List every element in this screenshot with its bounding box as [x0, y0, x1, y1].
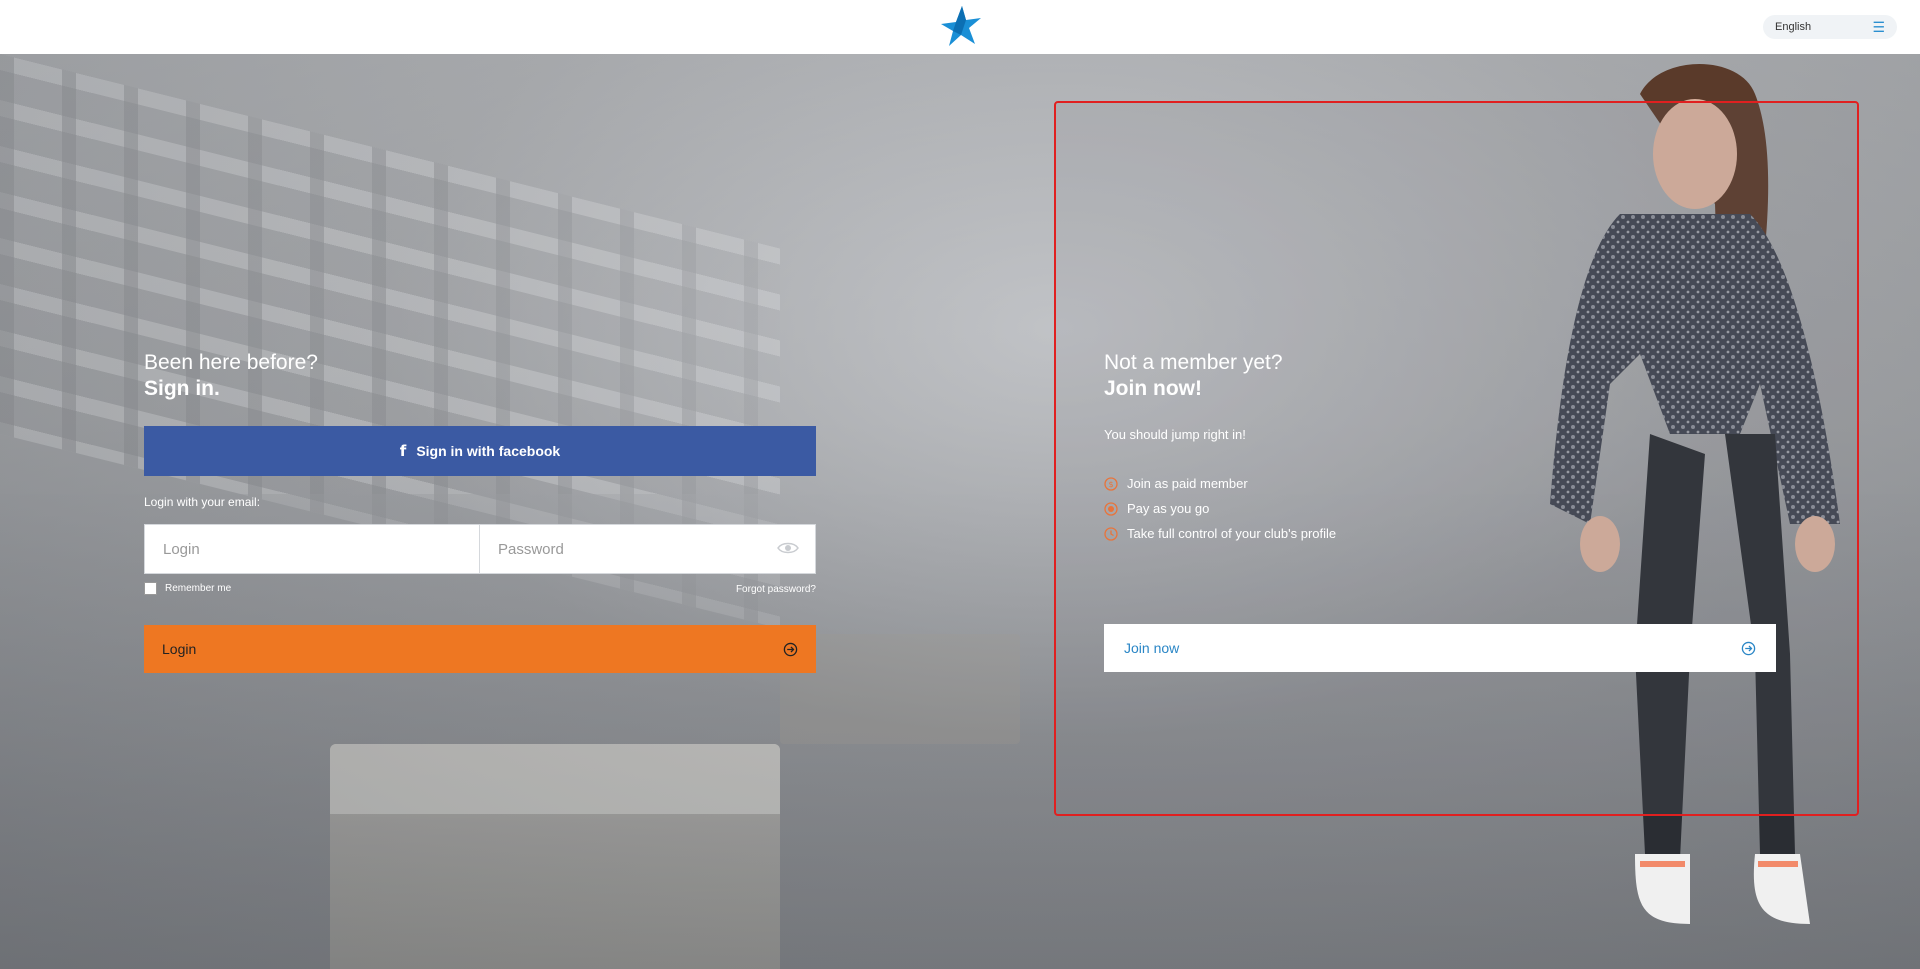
join-subtitle: You should jump right in! [1104, 427, 1246, 442]
clock-icon [1104, 526, 1118, 541]
join-subheading: Join now! [1104, 377, 1202, 400]
benefit-item: Take full control of your club's profile [1104, 521, 1336, 546]
login-input[interactable]: Login [144, 524, 480, 574]
language-selector[interactable]: English ☰ [1763, 15, 1897, 39]
top-header: English ☰ [0, 0, 1920, 54]
benefit-item: Pay as you go [1104, 496, 1336, 521]
login-placeholder: Login [163, 540, 200, 558]
benefit-label: Pay as you go [1127, 501, 1210, 516]
join-now-button[interactable]: Join now [1104, 624, 1776, 672]
benefits-list: $ Join as paid member Pay as you go Take… [1104, 471, 1336, 546]
arrow-right-circle-icon [1741, 641, 1756, 655]
login-button[interactable]: Login [144, 625, 816, 673]
membership-icon: $ [1104, 476, 1118, 491]
forgot-password-link[interactable]: Forgot password? [736, 584, 816, 595]
email-login-label: Login with your email: [144, 495, 261, 509]
remember-me-checkbox[interactable] [144, 582, 157, 595]
hamburger-menu-icon[interactable]: ☰ [1872, 20, 1885, 34]
eye-icon[interactable] [777, 541, 799, 555]
login-button-label: Login [162, 641, 197, 657]
password-input[interactable]: Password [480, 524, 816, 574]
join-heading: Not a member yet? [1104, 351, 1283, 374]
credentials-inputs: Login Password [144, 524, 816, 574]
password-placeholder: Password [498, 540, 564, 558]
login-section: Been here before? Sign in. f Sign in wit… [144, 350, 816, 673]
remember-me-label: Remember me [165, 583, 232, 594]
join-now-label: Join now [1124, 640, 1180, 656]
login-heading: Been here before? [144, 351, 318, 374]
benefit-label: Take full control of your club's profile [1127, 526, 1337, 541]
join-section: Not a member yet? Join now! You should j… [1104, 350, 1776, 672]
target-icon [1104, 501, 1118, 516]
benefit-label: Join as paid member [1127, 476, 1248, 491]
benefit-item: $ Join as paid member [1104, 471, 1336, 496]
login-subheading: Sign in. [144, 377, 220, 400]
svg-text:$: $ [1108, 480, 1113, 489]
join-panel-frame [1054, 101, 1859, 816]
facebook-signin-button[interactable]: f Sign in with facebook [144, 426, 816, 476]
facebook-icon: f [399, 442, 407, 460]
star-logo-icon[interactable] [937, 4, 983, 50]
language-label: English [1775, 21, 1812, 33]
remember-me: Remember me [144, 582, 231, 595]
arrow-right-circle-icon [783, 642, 798, 656]
facebook-signin-label: Sign in with facebook [416, 443, 561, 459]
